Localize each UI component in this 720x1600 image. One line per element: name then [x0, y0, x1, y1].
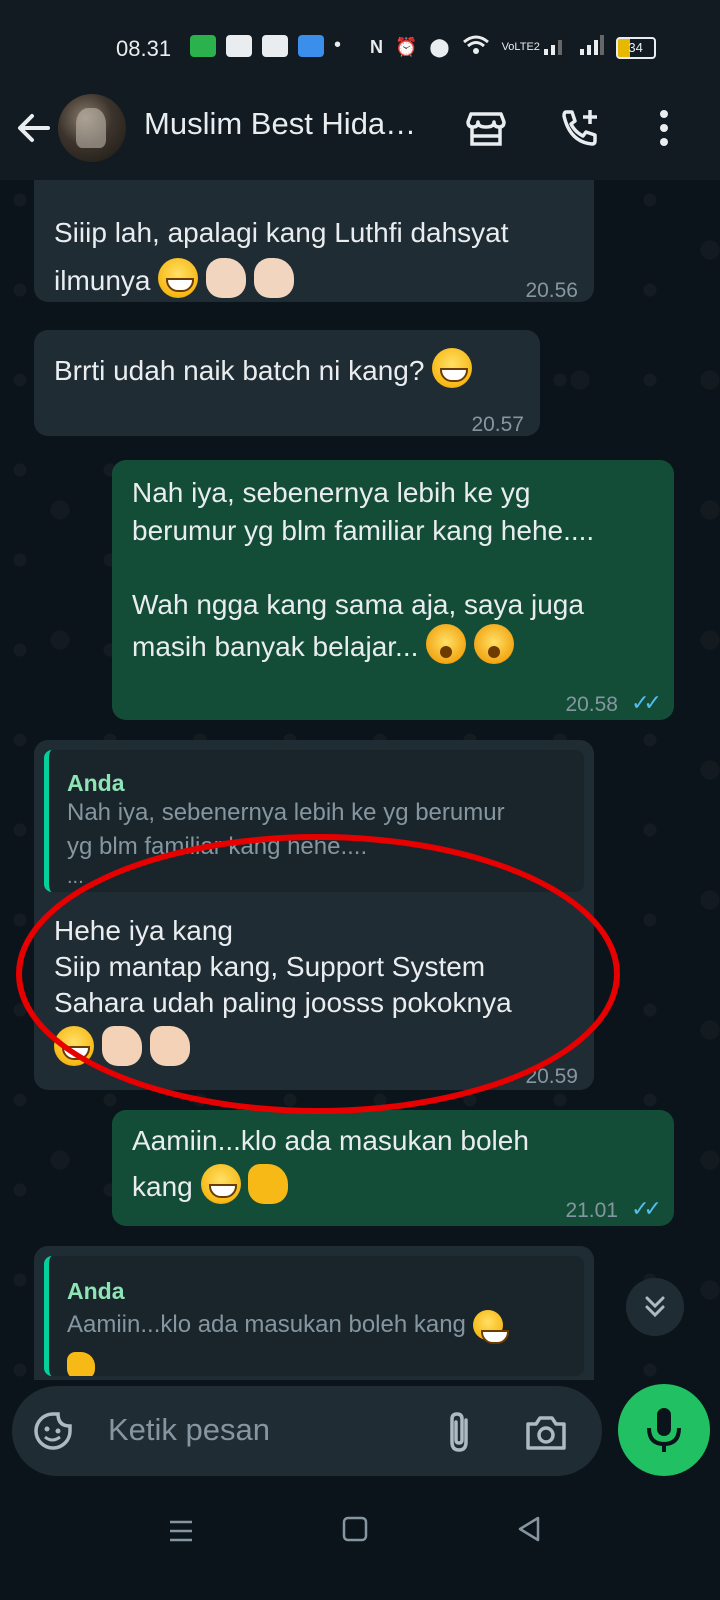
app-notification-icon: [190, 34, 216, 57]
battery-level: 34: [628, 39, 643, 55]
message-text: Siiip lah, apalagi kang Luthfi dahsyat: [54, 217, 509, 248]
message-input-bar: Ketik pesan: [0, 1380, 720, 1480]
thumbs-up-emoji-icon: [248, 1164, 289, 1204]
message-time: 20.57: [471, 413, 524, 436]
notification-icons: •: [190, 34, 341, 57]
smile-emoji-icon: [432, 348, 473, 388]
arrow-left-icon[interactable]: [14, 108, 54, 148]
location-icon: ⬤: [429, 37, 450, 57]
microphone-icon: [647, 1408, 681, 1452]
status-bar: 08.31 • N ⏰ ⬤ VoLTE2 34: [0, 0, 720, 96]
sticker-icon[interactable]: [32, 1410, 74, 1457]
double-check-icon: ✓✓: [631, 690, 662, 715]
shocked-emoji-icon: [473, 624, 514, 664]
signal-icon-2: [579, 35, 604, 60]
nfc-icon: N: [370, 37, 383, 57]
input-placeholder: Ketik pesan: [108, 1412, 270, 1447]
message-text: Aamiin...klo ada masukan boleh: [132, 1125, 529, 1156]
weather-icon: [298, 34, 324, 57]
message-time: 20.58: [565, 693, 618, 716]
back-nav-icon[interactable]: [516, 1516, 542, 1547]
grin-emoji-icon: [158, 258, 199, 298]
shocked-emoji-icon: [426, 624, 467, 664]
grin-emoji-icon: [472, 1310, 509, 1344]
message-text: Wah ngga kang sama aja, saya juga: [132, 589, 584, 620]
clapping-hands-emoji-icon: [206, 258, 247, 298]
volte-label: VoLTE2: [501, 41, 540, 53]
chat-area[interactable]: Siiip lah, apalagi kang Luthfi dahsyat i…: [0, 180, 720, 1380]
chat-header: Muslim Best Hida…: [0, 86, 720, 180]
wifi-icon: [462, 34, 490, 61]
attach-icon[interactable]: [442, 1410, 478, 1459]
message-text: Nah iya, sebenernya lebih ke yg: [132, 477, 531, 508]
camera-icon[interactable]: [524, 1412, 568, 1457]
message-time: 20.56: [525, 279, 578, 302]
system-nav-bar: [0, 1480, 720, 1600]
chat-title[interactable]: Muslim Best Hida…: [144, 106, 416, 142]
clapping-hands-emoji-icon: [253, 258, 294, 298]
quoted-message[interactable]: Anda Aamiin...klo ada masukan boleh kang: [44, 1256, 584, 1376]
alarm-icon: ⏰: [395, 37, 418, 57]
youtube-icon: [262, 34, 288, 57]
message-text: Brrti udah naik batch ni kang?: [54, 348, 473, 390]
system-status-icons: N ⏰ ⬤ VoLTE2 34: [370, 34, 656, 61]
recent-apps-icon[interactable]: [168, 1518, 194, 1549]
avatar[interactable]: [58, 94, 126, 162]
scroll-to-bottom-button[interactable]: [626, 1278, 684, 1336]
message-bubble-incoming[interactable]: Siiip lah, apalagi kang Luthfi dahsyat i…: [34, 180, 594, 302]
double-check-icon: ✓✓: [631, 1196, 662, 1221]
signal-icon: [543, 35, 568, 60]
message-text: berumur yg blm familiar kang hehe....: [132, 515, 595, 546]
youtube-icon: [226, 34, 252, 57]
message-text: ilmunya: [54, 258, 294, 300]
message-text: masih banyak belajar...: [132, 624, 514, 666]
message-input[interactable]: Ketik pesan: [12, 1386, 602, 1476]
double-chevron-down-icon: [645, 1296, 665, 1318]
more-notifications-icon: •: [334, 34, 342, 56]
highlight-annotation-oval: [16, 834, 620, 1114]
quoted-author: Anda: [67, 1278, 125, 1304]
store-icon[interactable]: [462, 104, 510, 152]
grin-emoji-icon: [200, 1164, 241, 1204]
home-icon[interactable]: [342, 1516, 368, 1547]
message-bubble-incoming[interactable]: Anda Aamiin...klo ada masukan boleh kang: [34, 1246, 594, 1380]
message-time: 21.01: [565, 1199, 618, 1222]
more-vert-icon[interactable]: [640, 104, 688, 152]
add-call-icon[interactable]: [556, 104, 604, 152]
thumbs-up-emoji-icon: [67, 1344, 95, 1376]
quoted-text: Nah iya, sebenernya lebih ke yg berumur: [67, 799, 505, 826]
message-text: kang: [132, 1164, 289, 1206]
voice-message-button[interactable]: [618, 1384, 710, 1476]
message-bubble-outgoing[interactable]: Aamiin...klo ada masukan boleh kang 21.0…: [112, 1110, 674, 1226]
status-time: 08.31: [116, 36, 172, 61]
battery-icon: 34: [615, 36, 656, 59]
quoted-text: Aamiin...klo ada masukan boleh kang: [67, 1308, 570, 1344]
message-bubble-incoming[interactable]: Brrti udah naik batch ni kang? 20.57: [34, 330, 540, 436]
message-bubble-outgoing[interactable]: Nah iya, sebenernya lebih ke yg berumur …: [112, 460, 674, 720]
